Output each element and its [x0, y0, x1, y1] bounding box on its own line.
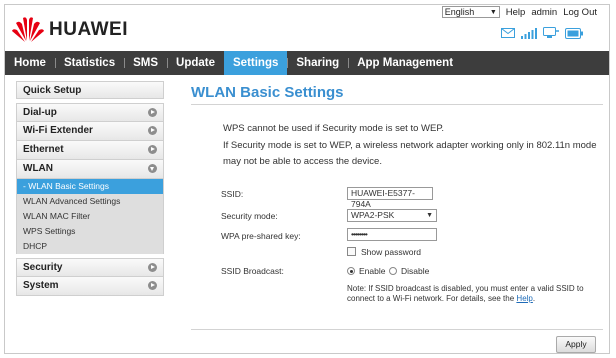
- main-content: WLAN Basic Settings WPS cannot be used i…: [191, 81, 603, 353]
- sidebar-item-system[interactable]: System: [16, 277, 164, 296]
- sidebar-item-wlan-basic[interactable]: - WLAN Basic Settings: [17, 179, 163, 194]
- sidebar-quick-setup[interactable]: Quick Setup: [16, 81, 164, 99]
- nav-app-management[interactable]: App Management: [348, 51, 462, 75]
- divider: [191, 329, 603, 330]
- psk-label: WPA pre-shared key:: [221, 231, 301, 241]
- nav-statistics[interactable]: Statistics: [54, 51, 124, 75]
- sidebar-item-wps[interactable]: WPS Settings: [17, 224, 163, 239]
- broadcast-note: Note: If SSID broadcast is disabled, you…: [347, 284, 597, 304]
- settings-sidebar: Quick Setup Dial-up Wi-Fi Extender Ether…: [16, 81, 164, 296]
- user-name: admin: [531, 6, 558, 18]
- collapse-icon: [148, 164, 157, 173]
- psk-input[interactable]: ••••••••: [347, 228, 437, 241]
- note-end: .: [532, 294, 536, 303]
- wlan-submenu: - WLAN Basic Settings WLAN Advanced Sett…: [16, 179, 164, 254]
- router-admin-window: HUAWEI English ▼ Help admin Log Out Home…: [4, 4, 610, 354]
- note-text: Note: If SSID broadcast is disabled, you…: [347, 284, 584, 303]
- help-link[interactable]: Help: [506, 7, 526, 18]
- sidebar-item-dhcp[interactable]: DHCP: [17, 239, 163, 254]
- ssid-label: SSID:: [221, 189, 244, 199]
- battery-icon: [565, 27, 583, 42]
- security-mode-value: WPA2-PSK: [351, 210, 395, 220]
- nav-settings[interactable]: Settings: [224, 51, 288, 75]
- broadcast-enable-label: Enable: [359, 266, 386, 276]
- status-icons: [501, 27, 583, 42]
- top-links: English ▼ Help admin Log Out: [441, 6, 597, 18]
- sidebar-item-label: WLAN: [23, 163, 53, 174]
- nav-sms[interactable]: SMS: [124, 51, 167, 75]
- broadcast-disable-label: Disable: [401, 266, 430, 276]
- language-select[interactable]: English ▼: [441, 6, 500, 18]
- sidebar-item-wlan-advanced[interactable]: WLAN Advanced Settings: [17, 194, 163, 209]
- broadcast-disable-radio[interactable]: [389, 267, 397, 275]
- apply-button[interactable]: Apply: [556, 336, 596, 353]
- nav-home[interactable]: Home: [5, 51, 55, 75]
- show-password-checkbox[interactable]: [347, 247, 356, 256]
- chevron-down-icon: ▼: [489, 8, 497, 16]
- huawei-logo-icon: [12, 17, 44, 42]
- sidebar-item-label: Ethernet: [23, 144, 64, 155]
- warning-line-1: WPS cannot be used if Security mode is s…: [223, 123, 445, 134]
- help-link-inline[interactable]: Help: [516, 294, 532, 303]
- expand-icon: [148, 263, 157, 272]
- sidebar-item-label: Wi-Fi Extender: [23, 125, 93, 136]
- expand-icon: [148, 108, 157, 117]
- chevron-down-icon: ▼: [426, 212, 433, 219]
- sidebar-item-wlan[interactable]: WLAN: [16, 160, 164, 179]
- language-value: English: [444, 7, 475, 17]
- sidebar-item-wifi-extender[interactable]: Wi-Fi Extender: [16, 122, 164, 141]
- sidebar-item-ethernet[interactable]: Ethernet: [16, 141, 164, 160]
- main-nav: Home Statistics SMS Update Settings Shar…: [5, 51, 609, 75]
- security-mode-select[interactable]: WPA2-PSK ▼: [347, 209, 437, 222]
- sidebar-item-dial-up[interactable]: Dial-up: [16, 103, 164, 122]
- logout-link[interactable]: Log Out: [563, 7, 597, 18]
- show-password-label: Show password: [361, 247, 422, 257]
- sidebar-item-label: Security: [23, 262, 63, 273]
- envelope-icon[interactable]: [501, 28, 515, 41]
- brand-name: HUAWEI: [49, 19, 128, 40]
- page-title: WLAN Basic Settings: [191, 81, 603, 105]
- ssid-input[interactable]: HUAWEI-E5377-794A: [347, 187, 433, 209]
- expand-icon: [148, 145, 157, 154]
- sidebar-item-label: Dial-up: [23, 107, 57, 118]
- sidebar-item-label: System: [23, 280, 59, 291]
- sidebar-item-wlan-mac-filter[interactable]: WLAN MAC Filter: [17, 209, 163, 224]
- wep-warning: WPS cannot be used if Security mode is s…: [223, 121, 598, 171]
- expand-icon: [148, 281, 157, 290]
- sidebar-item-security[interactable]: Security: [16, 258, 164, 277]
- connected-screen-icon: [543, 27, 559, 42]
- warning-line-2: If Security mode is set to WEP, a wirele…: [223, 139, 597, 168]
- nav-update[interactable]: Update: [167, 51, 224, 75]
- expand-icon: [148, 126, 157, 135]
- signal-icon: [521, 27, 537, 42]
- broadcast-enable-radio[interactable]: [347, 267, 355, 275]
- security-mode-label: Security mode:: [221, 211, 278, 221]
- ssid-broadcast-label: SSID Broadcast:: [221, 266, 284, 276]
- nav-sharing[interactable]: Sharing: [287, 51, 348, 75]
